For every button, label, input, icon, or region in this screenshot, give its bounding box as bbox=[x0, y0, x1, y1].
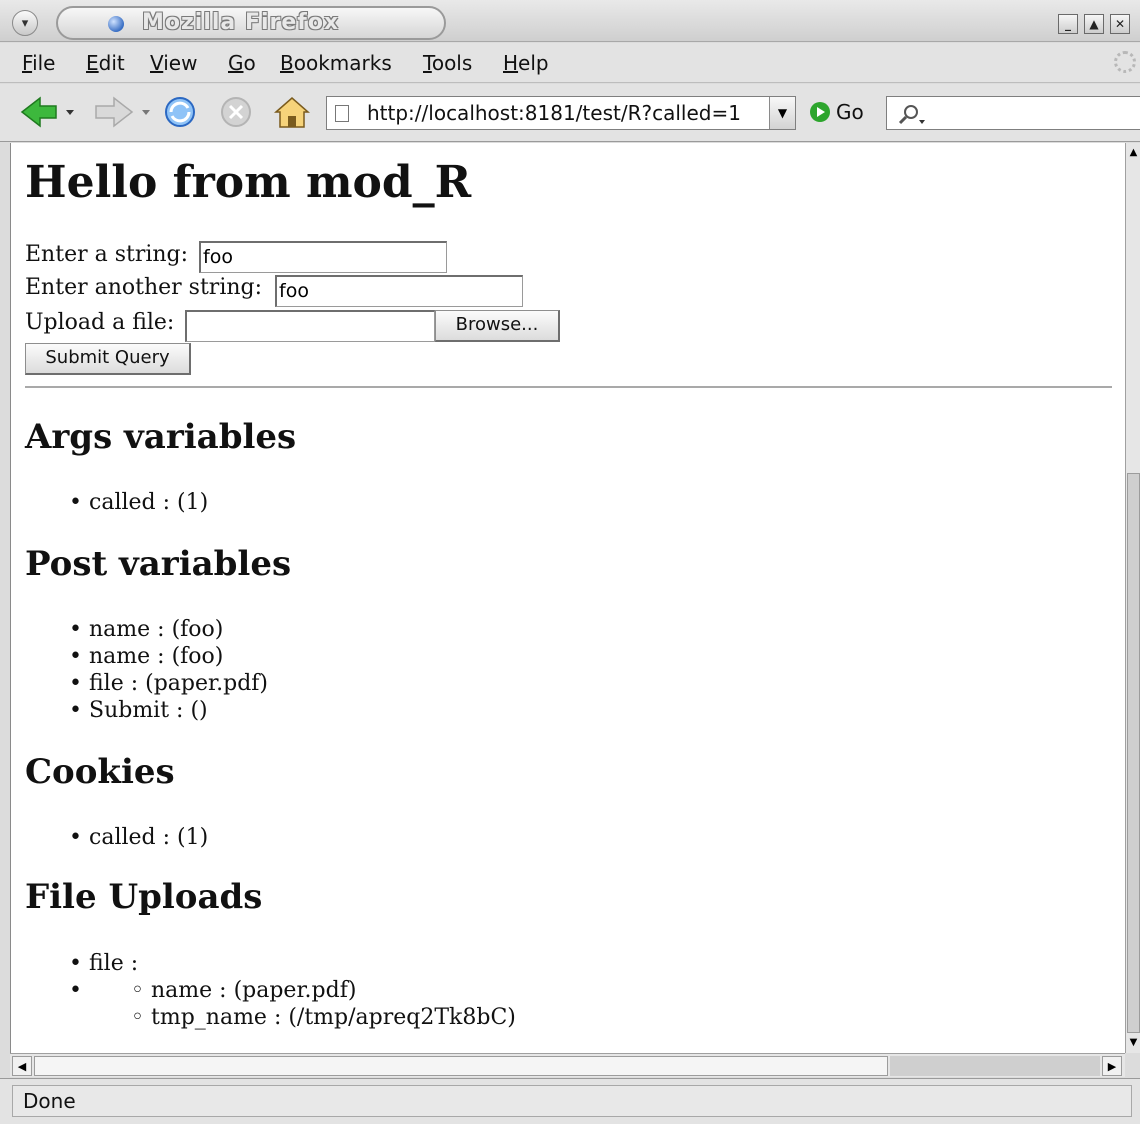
status-bar: Done bbox=[0, 1078, 1140, 1124]
list-item: name : (foo) bbox=[67, 616, 268, 643]
list-item: name : (foo) bbox=[67, 643, 268, 670]
string-input[interactable]: foo bbox=[199, 241, 447, 273]
submit-query-button[interactable]: Submit Query bbox=[25, 343, 191, 375]
firefox-globe-icon bbox=[108, 16, 124, 32]
menu-bookmarks[interactable]: Bookmarks bbox=[280, 51, 392, 75]
menu-go[interactable]: Go bbox=[228, 51, 256, 75]
sub-list-container: name : (paper.pdf) tmp_name : (/tmp/apre… bbox=[67, 977, 516, 1031]
title-bar[interactable]: ▾ Mozilla Firefox _ ▲ ✕ bbox=[0, 0, 1140, 42]
navigation-toolbar: http://localhost:8181/test/R?called=1 ▼ … bbox=[0, 84, 1140, 142]
args-heading: Args variables bbox=[25, 417, 297, 457]
browse-button[interactable]: Browse... bbox=[435, 310, 560, 342]
page-content[interactable]: Hello from mod_R Enter a string: foo Ent… bbox=[10, 143, 1125, 1053]
page-icon bbox=[335, 105, 349, 122]
close-icon[interactable]: ✕ bbox=[1110, 14, 1130, 34]
window-menu-icon[interactable]: ▾ bbox=[12, 10, 38, 36]
menu-tools[interactable]: Tools bbox=[423, 51, 472, 75]
cookies-list: called : (1) bbox=[67, 824, 208, 851]
vertical-scroll-thumb[interactable] bbox=[1127, 473, 1140, 1033]
reload-icon[interactable] bbox=[162, 94, 198, 134]
browser-window: ▾ Mozilla Firefox _ ▲ ✕ File Edit View G… bbox=[0, 0, 1140, 1124]
menu-edit[interactable]: Edit bbox=[86, 51, 125, 75]
menu-file[interactable]: File bbox=[22, 51, 55, 75]
file-path-input[interactable] bbox=[185, 310, 435, 342]
go-button[interactable]: Go bbox=[810, 100, 864, 124]
post-list: name : (foo) name : (foo) file : (paper.… bbox=[67, 616, 268, 724]
url-bar[interactable]: http://localhost:8181/test/R?called=1 ▼ bbox=[326, 96, 796, 130]
sub-list-item: name : (paper.pdf) bbox=[129, 977, 516, 1004]
maximize-icon[interactable]: ▲ bbox=[1084, 14, 1104, 34]
status-text: Done bbox=[12, 1085, 1132, 1117]
vertical-scrollbar[interactable]: ▲ ▼ bbox=[1125, 143, 1140, 1053]
another-string-input[interactable]: foo bbox=[275, 275, 523, 307]
search-bar[interactable] bbox=[886, 96, 1140, 130]
menu-view[interactable]: View bbox=[150, 51, 197, 75]
forward-arrow-icon[interactable] bbox=[92, 94, 154, 134]
uploads-sub-list: name : (paper.pdf) tmp_name : (/tmp/apre… bbox=[67, 977, 516, 1031]
another-string-label: Enter another string: bbox=[25, 275, 263, 300]
title-pill: Mozilla Firefox bbox=[56, 6, 446, 40]
minimize-icon[interactable]: _ bbox=[1058, 14, 1078, 34]
menu-help[interactable]: Help bbox=[503, 51, 549, 75]
cookies-heading: Cookies bbox=[25, 752, 175, 792]
list-item: Submit : () bbox=[67, 697, 268, 724]
search-icon[interactable] bbox=[895, 103, 931, 131]
string-label: Enter a string: bbox=[25, 242, 189, 267]
window-title: Mozilla Firefox bbox=[142, 10, 340, 35]
scroll-corner bbox=[1125, 1053, 1140, 1077]
home-icon[interactable] bbox=[272, 94, 312, 134]
throbber-icon bbox=[1114, 51, 1136, 73]
page-title: Hello from mod_R bbox=[25, 157, 472, 208]
scroll-right-icon[interactable]: ▶ bbox=[1102, 1056, 1122, 1076]
args-list: called : (1) bbox=[67, 489, 208, 516]
horizontal-scroll-track[interactable] bbox=[890, 1056, 1100, 1076]
scroll-left-icon[interactable]: ◀ bbox=[12, 1056, 32, 1076]
go-icon bbox=[810, 102, 830, 122]
scroll-down-icon[interactable]: ▼ bbox=[1126, 1035, 1140, 1051]
horizontal-scrollbar[interactable]: ◀ ▶ bbox=[10, 1053, 1125, 1077]
list-item: called : (1) bbox=[67, 489, 208, 516]
window-controls: _ ▲ ✕ bbox=[1058, 14, 1130, 34]
go-label: Go bbox=[836, 100, 864, 124]
horizontal-scroll-thumb[interactable] bbox=[34, 1056, 888, 1076]
url-text[interactable]: http://localhost:8181/test/R?called=1 bbox=[367, 101, 741, 125]
upload-label: Upload a file: bbox=[25, 310, 175, 335]
uploads-list: file : name : (paper.pdf) tmp_name : (/t… bbox=[67, 950, 516, 1031]
scroll-up-icon[interactable]: ▲ bbox=[1126, 145, 1140, 161]
list-item: file : bbox=[67, 950, 516, 977]
post-heading: Post variables bbox=[25, 544, 292, 584]
menu-bar: File Edit View Go Bookmarks Tools Help bbox=[0, 43, 1140, 83]
divider bbox=[25, 386, 1112, 388]
back-arrow-icon[interactable] bbox=[20, 94, 76, 134]
sub-list-item: tmp_name : (/tmp/apreq2Tk8bC) bbox=[129, 1004, 516, 1031]
uploads-heading: File Uploads bbox=[25, 877, 263, 917]
url-dropdown-icon[interactable]: ▼ bbox=[769, 97, 795, 129]
list-item: called : (1) bbox=[67, 824, 208, 851]
list-item: file : (paper.pdf) bbox=[67, 670, 268, 697]
stop-icon[interactable] bbox=[218, 94, 254, 134]
